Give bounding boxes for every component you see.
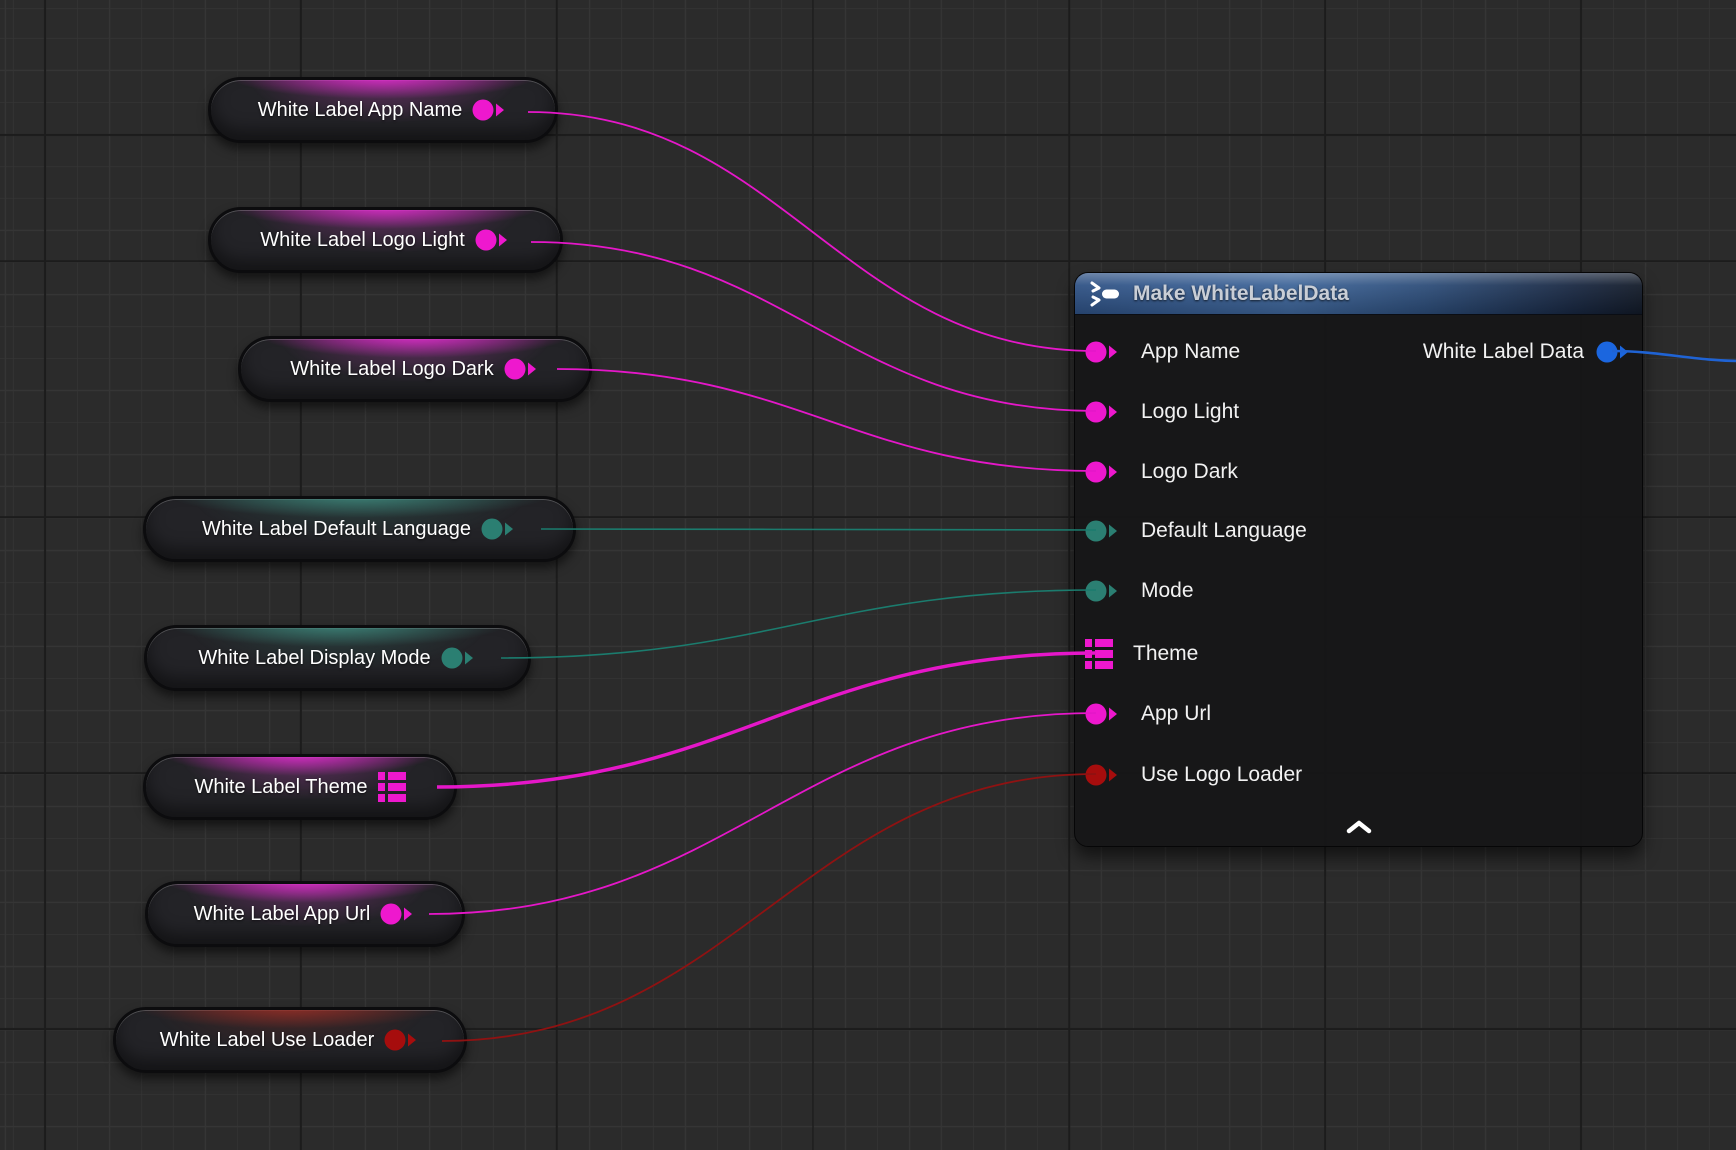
output-pin-icon[interactable] — [504, 357, 540, 381]
input-pin-icon[interactable] — [1085, 400, 1121, 424]
input-pin-icon[interactable] — [1085, 702, 1121, 726]
input-pin-icon[interactable] — [1085, 519, 1121, 543]
pin-label: Theme — [1133, 642, 1198, 666]
var-node-white-label-use-loader[interactable]: White Label Use Loader — [113, 1007, 467, 1073]
output-pin-icon[interactable] — [481, 517, 517, 541]
output-pin-icon[interactable] — [384, 1028, 420, 1052]
var-node-white-label-logo-dark[interactable]: White Label Logo Dark — [238, 336, 592, 402]
input-pin-icon[interactable] — [1085, 460, 1121, 484]
wire-theme[interactable] — [437, 653, 1096, 787]
pin-row-logo-light[interactable]: Logo Light — [1085, 397, 1239, 427]
wire-logo-light[interactable] — [531, 242, 1096, 411]
pin-row-default-language[interactable]: Default Language — [1085, 516, 1307, 546]
var-node-white-label-app-url[interactable]: White Label App Url — [145, 881, 465, 947]
input-pin-icon[interactable] — [1085, 763, 1121, 787]
struct-pin-icon[interactable] — [378, 772, 406, 802]
wire-use-loader[interactable] — [442, 774, 1096, 1041]
pin-row-white-label-data-output[interactable]: White Label Data — [1423, 337, 1632, 367]
pin-label: Mode — [1141, 579, 1194, 603]
wire-app-url[interactable] — [429, 713, 1096, 914]
make-node-header[interactable]: Make WhiteLabelData — [1075, 273, 1642, 315]
output-pin-icon[interactable] — [475, 228, 511, 252]
var-node-white-label-default-language[interactable]: White Label Default Language — [143, 496, 576, 562]
pin-label: Logo Light — [1141, 400, 1239, 424]
pin-row-theme[interactable]: Theme — [1085, 639, 1198, 669]
pin-label: White Label Data — [1423, 340, 1584, 364]
var-node-label: White Label App Url — [194, 903, 371, 926]
var-node-label: White Label Display Mode — [198, 647, 430, 670]
var-node-label: White Label Logo Dark — [290, 358, 493, 381]
make-whitelabeldata-node[interactable]: Make WhiteLabelData App Name Logo Light … — [1074, 272, 1643, 847]
wire-app-name[interactable] — [528, 112, 1096, 351]
pin-row-use-logo-loader[interactable]: Use Logo Loader — [1085, 760, 1302, 790]
output-pin-icon[interactable] — [441, 646, 477, 670]
pin-row-logo-dark[interactable]: Logo Dark — [1085, 457, 1238, 487]
wire-default-language[interactable] — [541, 529, 1096, 530]
var-node-label: White Label Theme — [194, 776, 367, 799]
blueprint-graph-canvas[interactable]: White Label App Name White Label Logo Li… — [0, 0, 1736, 1150]
output-pin-icon[interactable] — [472, 98, 508, 122]
chevron-up-icon — [1346, 820, 1372, 834]
collapse-node-button[interactable] — [1339, 816, 1379, 838]
var-node-white-label-app-name[interactable]: White Label App Name — [208, 77, 558, 143]
var-node-label: White Label Default Language — [202, 518, 471, 541]
make-struct-icon — [1088, 281, 1122, 307]
pin-row-app-name[interactable]: App Name — [1085, 337, 1240, 367]
pin-row-app-url[interactable]: App Url — [1085, 699, 1211, 729]
pin-label: Use Logo Loader — [1141, 763, 1302, 787]
input-pin-icon[interactable] — [1085, 340, 1121, 364]
make-node-title: Make WhiteLabelData — [1133, 282, 1349, 306]
var-node-label: White Label Logo Light — [260, 229, 465, 252]
pin-label: Default Language — [1141, 519, 1307, 543]
pin-label: Logo Dark — [1141, 460, 1238, 484]
input-pin-icon[interactable] — [1085, 579, 1121, 603]
wire-logo-dark[interactable] — [557, 369, 1096, 471]
pin-label: App Url — [1141, 702, 1211, 726]
wire-display-mode[interactable] — [501, 590, 1096, 658]
var-node-white-label-display-mode[interactable]: White Label Display Mode — [144, 625, 531, 691]
var-node-label: White Label App Name — [258, 99, 463, 122]
pin-label: App Name — [1141, 340, 1240, 364]
output-pin-icon[interactable] — [380, 902, 416, 926]
pin-row-mode[interactable]: Mode — [1085, 576, 1194, 606]
var-node-label: White Label Use Loader — [160, 1029, 375, 1052]
var-node-white-label-logo-light[interactable]: White Label Logo Light — [208, 207, 563, 273]
var-node-white-label-theme[interactable]: White Label Theme — [143, 754, 457, 820]
